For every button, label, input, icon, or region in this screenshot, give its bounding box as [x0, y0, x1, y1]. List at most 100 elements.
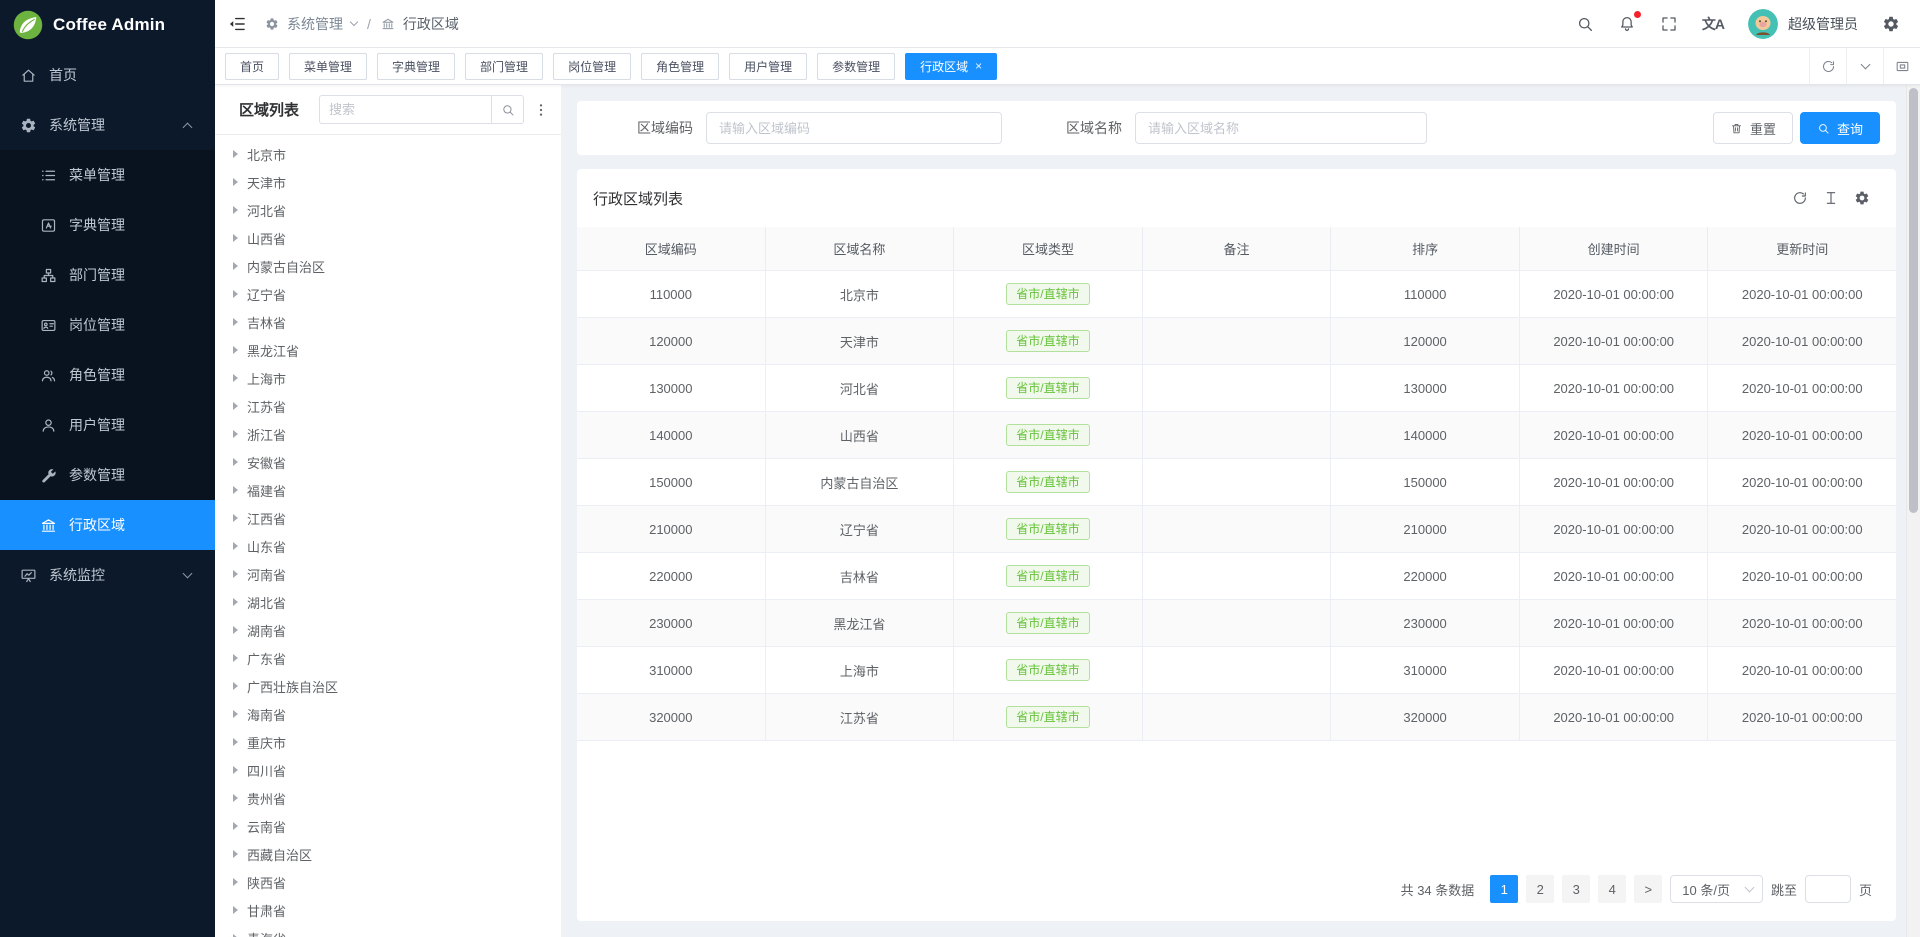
caret-right-icon[interactable]: [233, 626, 238, 634]
sidebar-item-dict-management[interactable]: 字典管理: [0, 200, 215, 250]
refresh-icon[interactable]: [1809, 48, 1846, 84]
tree-node[interactable]: 河南省: [215, 560, 561, 588]
tree-node[interactable]: 湖南省: [215, 616, 561, 644]
tree-node[interactable]: 山东省: [215, 532, 561, 560]
tree-node[interactable]: 江西省: [215, 504, 561, 532]
caret-right-icon[interactable]: [233, 878, 238, 886]
tree-node[interactable]: 辽宁省: [215, 280, 561, 308]
caret-right-icon[interactable]: [233, 822, 238, 830]
caret-right-icon[interactable]: [233, 234, 238, 242]
caret-right-icon[interactable]: [233, 486, 238, 494]
tree-node[interactable]: 广东省: [215, 644, 561, 672]
chevron-down-icon[interactable]: [1846, 48, 1883, 84]
tree-node[interactable]: 黑龙江省: [215, 336, 561, 364]
sidebar-item-role-management[interactable]: 角色管理: [0, 350, 215, 400]
tree-node[interactable]: 安徽省: [215, 448, 561, 476]
next-page-button[interactable]: >: [1634, 875, 1662, 903]
sidebar-item-dept-management[interactable]: 部门管理: [0, 250, 215, 300]
sidebar-item-system-management[interactable]: 系统管理: [0, 100, 215, 150]
settings-gear-icon[interactable]: [1882, 15, 1900, 33]
tree-node[interactable]: 湖北省: [215, 588, 561, 616]
tab[interactable]: 用户管理 ×: [729, 53, 807, 80]
caret-right-icon[interactable]: [233, 318, 238, 326]
caret-right-icon[interactable]: [233, 850, 238, 858]
jump-page-input[interactable]: [1805, 875, 1851, 903]
sidebar-item-user-management[interactable]: 用户管理: [0, 400, 215, 450]
tree-search-button[interactable]: [491, 95, 524, 124]
caret-right-icon[interactable]: [233, 738, 238, 746]
reset-button[interactable]: 重置: [1713, 112, 1793, 144]
notification-bell-icon[interactable]: [1618, 15, 1636, 33]
caret-right-icon[interactable]: [233, 654, 238, 662]
caret-right-icon[interactable]: [233, 150, 238, 158]
region-code-input[interactable]: [706, 112, 1002, 144]
tab[interactable]: 字典管理 ×: [377, 53, 455, 80]
search-icon[interactable]: [1576, 15, 1594, 33]
tree-node[interactable]: 江苏省: [215, 392, 561, 420]
sidebar-item-param-management[interactable]: 参数管理: [0, 450, 215, 500]
caret-right-icon[interactable]: [233, 766, 238, 774]
more-options-icon[interactable]: [533, 102, 549, 118]
tree-node[interactable]: 西藏自治区: [215, 840, 561, 868]
sidebar-item-menu-management[interactable]: 菜单管理: [0, 150, 215, 200]
tab[interactable]: 岗位管理 ×: [553, 53, 631, 80]
maximize-icon[interactable]: [1883, 48, 1920, 84]
page-number-button[interactable]: 3: [1562, 875, 1590, 903]
tree-node[interactable]: 吉林省: [215, 308, 561, 336]
tab[interactable]: 角色管理 ×: [641, 53, 719, 80]
tab[interactable]: 菜单管理 ×: [289, 53, 367, 80]
tree-node[interactable]: 甘肃省: [215, 896, 561, 924]
tree-node[interactable]: 广西壮族自治区: [215, 672, 561, 700]
caret-right-icon[interactable]: [233, 598, 238, 606]
region-name-input[interactable]: [1135, 112, 1427, 144]
caret-right-icon[interactable]: [233, 710, 238, 718]
user-menu[interactable]: 超级管理员: [1748, 9, 1858, 39]
tab[interactable]: 部门管理 ×: [465, 53, 543, 80]
tree-node[interactable]: 贵州省: [215, 784, 561, 812]
caret-right-icon[interactable]: [233, 458, 238, 466]
caret-right-icon[interactable]: [233, 514, 238, 522]
tree-node[interactable]: 山西省: [215, 224, 561, 252]
page-number-button[interactable]: 4: [1598, 875, 1626, 903]
translate-icon[interactable]: 文A: [1702, 14, 1724, 34]
tree-node[interactable]: 青海省: [215, 924, 561, 937]
caret-right-icon[interactable]: [233, 374, 238, 382]
tree-node[interactable]: 河北省: [215, 196, 561, 224]
tree-node[interactable]: 陕西省: [215, 868, 561, 896]
caret-right-icon[interactable]: [233, 682, 238, 690]
tree-node[interactable]: 北京市: [215, 140, 561, 168]
tree-node[interactable]: 海南省: [215, 700, 561, 728]
caret-right-icon[interactable]: [233, 262, 238, 270]
caret-right-icon[interactable]: [233, 906, 238, 914]
tree-node[interactable]: 浙江省: [215, 420, 561, 448]
fullscreen-icon[interactable]: [1660, 15, 1678, 33]
tab[interactable]: 参数管理 ×: [817, 53, 895, 80]
app-logo[interactable]: Coffee Admin: [0, 0, 215, 50]
sidebar-item-admin-region[interactable]: 行政区域: [0, 500, 215, 550]
tree-node[interactable]: 云南省: [215, 812, 561, 840]
page-size-select[interactable]: 10 条/页: [1670, 875, 1763, 903]
tree-node[interactable]: 上海市: [215, 364, 561, 392]
caret-right-icon[interactable]: [233, 290, 238, 298]
caret-right-icon[interactable]: [233, 542, 238, 550]
caret-right-icon[interactable]: [233, 794, 238, 802]
caret-right-icon[interactable]: [233, 430, 238, 438]
tree-node[interactable]: 天津市: [215, 168, 561, 196]
page-number-button[interactable]: 1: [1490, 875, 1518, 903]
scrollbar-thumb[interactable]: [1909, 88, 1918, 513]
collapse-sidebar-icon[interactable]: [227, 14, 247, 34]
tree-node[interactable]: 重庆市: [215, 728, 561, 756]
tab[interactable]: 行政区域 ×: [905, 53, 997, 80]
tree-node[interactable]: 福建省: [215, 476, 561, 504]
tree-node[interactable]: 四川省: [215, 756, 561, 784]
sidebar-item-home[interactable]: 首页: [0, 50, 215, 100]
breadcrumb-section[interactable]: 系统管理: [287, 14, 343, 34]
caret-right-icon[interactable]: [233, 178, 238, 186]
page-number-button[interactable]: 2: [1526, 875, 1554, 903]
query-button[interactable]: 查询: [1800, 112, 1880, 144]
refresh-icon[interactable]: [1792, 190, 1808, 206]
tree-node[interactable]: 内蒙古自治区: [215, 252, 561, 280]
sidebar-item-system-monitor[interactable]: 系统监控: [0, 550, 215, 600]
caret-right-icon[interactable]: [233, 206, 238, 214]
caret-right-icon[interactable]: [233, 402, 238, 410]
